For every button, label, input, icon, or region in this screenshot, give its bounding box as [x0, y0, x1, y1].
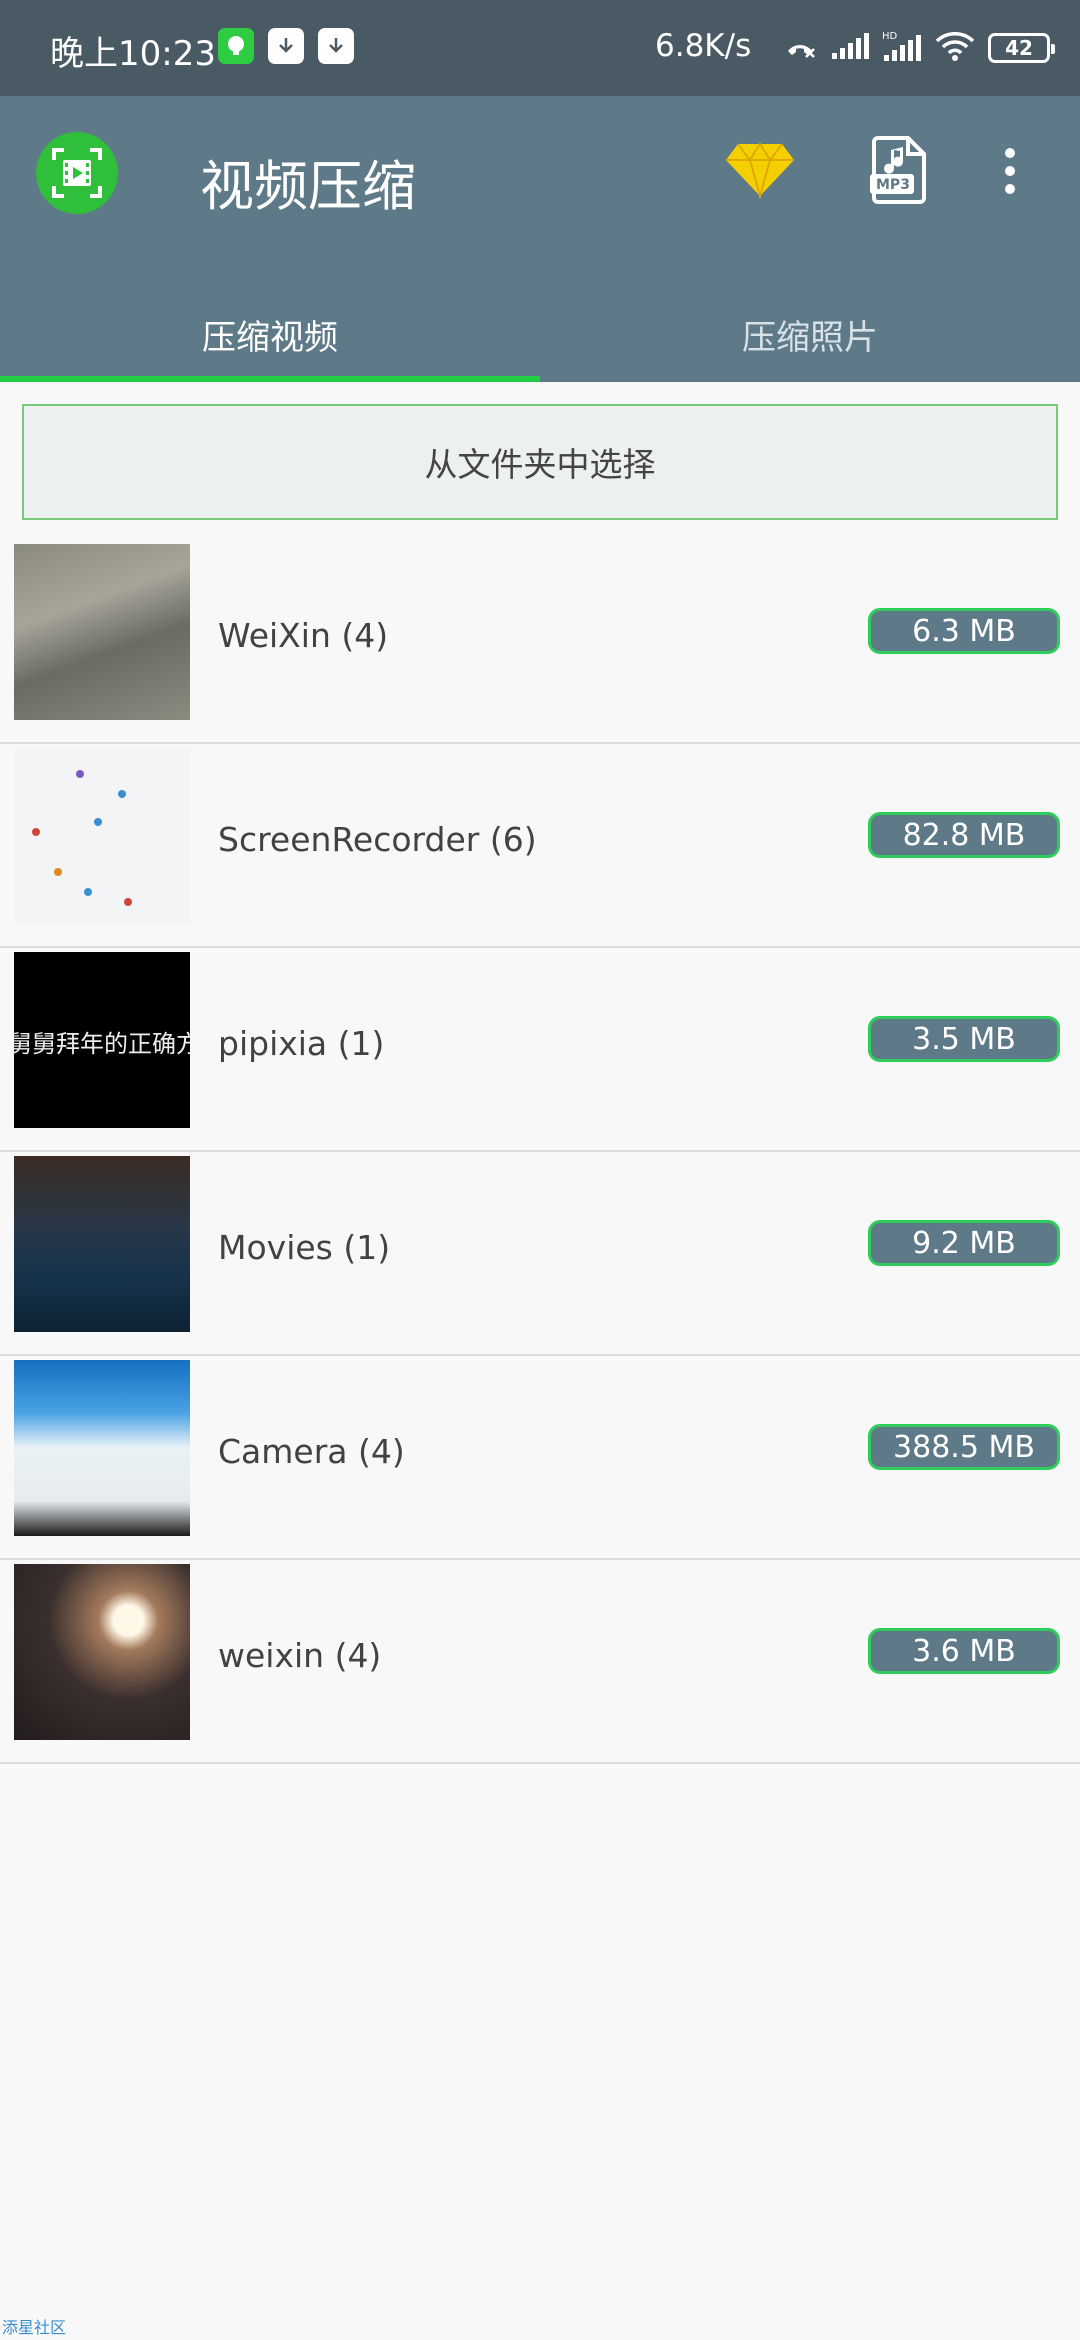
video-thumbnail	[14, 1564, 190, 1740]
video-thumbnail: 舅舅拜年的正确方	[14, 952, 190, 1128]
tab-bar: 压缩视频 压缩照片	[0, 286, 1080, 382]
hd-signal-icon: HD	[882, 29, 922, 67]
folder-list: WeiXin (4) 6.3 MB ScreenRecorder (6) 82.…	[0, 540, 1080, 1764]
mp3-file-icon[interactable]: MP3	[868, 134, 932, 210]
wifi-icon	[934, 30, 976, 66]
chat-app-icon	[218, 28, 254, 64]
status-icons: HD 42	[784, 24, 1055, 72]
folder-name: ScreenRecorder (6)	[218, 819, 537, 859]
size-badge: 6.3 MB	[868, 608, 1060, 654]
folder-name: pipixia (1)	[218, 1023, 385, 1063]
net-speed: 6.8K/s	[655, 28, 752, 64]
list-item[interactable]: Camera (4) 388.5 MB	[0, 1356, 1080, 1560]
folder-name: Movies (1)	[218, 1227, 391, 1267]
size-badge: 388.5 MB	[868, 1424, 1060, 1470]
video-thumbnail	[14, 1360, 190, 1536]
list-item[interactable]: 舅舅拜年的正确方 pipixia (1) 3.5 MB	[0, 948, 1080, 1152]
more-vert-icon[interactable]	[1000, 146, 1020, 200]
download-icon	[268, 28, 304, 64]
tab-compress-photo[interactable]: 压缩照片	[540, 286, 1080, 382]
status-time: 晚上10:23	[50, 34, 216, 74]
status-bar: 晚上10:23 6.8K/s HD 42	[0, 0, 1080, 96]
call-off-icon	[784, 31, 818, 65]
battery-icon: 42	[988, 33, 1055, 63]
app-title: 视频压缩	[200, 155, 416, 218]
app-logo-icon	[36, 132, 118, 214]
signal-icon	[830, 31, 870, 65]
size-badge: 9.2 MB	[868, 1220, 1060, 1266]
diamond-icon[interactable]	[724, 140, 796, 204]
thumbnail-caption: 舅舅拜年的正确方	[14, 1030, 190, 1058]
tab-indicator	[0, 376, 540, 382]
download-icon	[318, 28, 354, 64]
list-item[interactable]: ScreenRecorder (6) 82.8 MB	[0, 744, 1080, 948]
tab-compress-video[interactable]: 压缩视频	[0, 286, 540, 382]
size-badge: 3.5 MB	[868, 1016, 1060, 1062]
size-badge: 3.6 MB	[868, 1628, 1060, 1674]
video-thumbnail	[14, 544, 190, 720]
folder-name: WeiXin (4)	[218, 615, 389, 655]
list-item[interactable]: WeiXin (4) 6.3 MB	[0, 540, 1080, 744]
svg-text:HD: HD	[882, 31, 898, 42]
size-badge: 82.8 MB	[868, 812, 1060, 858]
watermark: 添星社区	[2, 2318, 67, 2337]
folder-name: Camera (4)	[218, 1431, 405, 1471]
list-item[interactable]: weixin (4) 3.6 MB	[0, 1560, 1080, 1764]
folder-name: weixin (4)	[218, 1635, 382, 1675]
video-thumbnail	[14, 1156, 190, 1332]
choose-folder-button[interactable]: 从文件夹中选择	[22, 404, 1058, 520]
svg-text:MP3: MP3	[876, 177, 910, 193]
list-item[interactable]: Movies (1) 9.2 MB	[0, 1152, 1080, 1356]
app-bar: 视频压缩 MP3 压缩视频 压缩照片	[0, 96, 1080, 382]
video-thumbnail	[14, 748, 190, 924]
